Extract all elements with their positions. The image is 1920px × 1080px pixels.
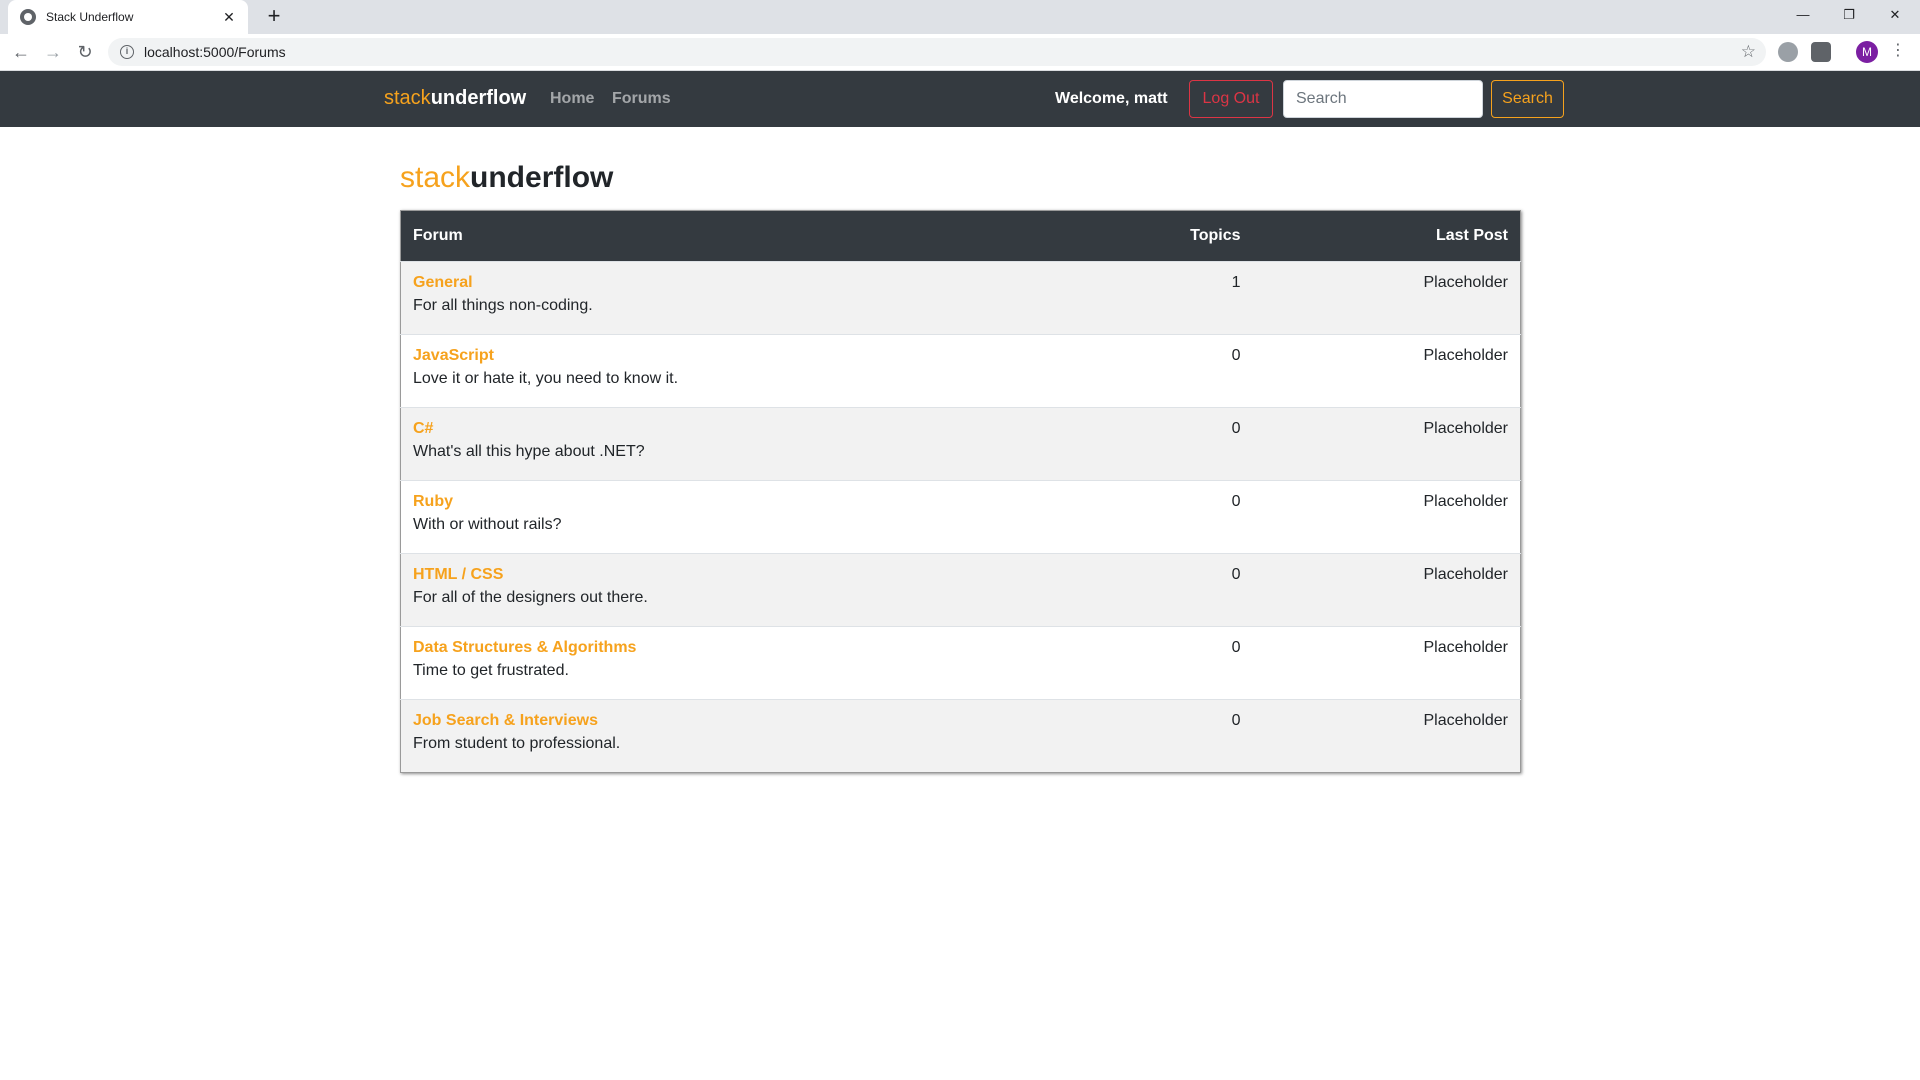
- address-url[interactable]: localhost:5000/Forums: [144, 44, 286, 60]
- table-row: Job Search & Interviews From student to p…: [400, 699, 1521, 773]
- last-post: Placeholder: [1252, 699, 1521, 773]
- last-post: Placeholder: [1252, 480, 1521, 554]
- forum-link[interactable]: Ruby: [413, 493, 1091, 511]
- welcome-text: Welcome, matt: [1055, 90, 1168, 107]
- last-post: Placeholder: [1252, 261, 1521, 335]
- table-row: HTML / CSS For all of the designers out t…: [400, 553, 1521, 627]
- page-title-accent: stack: [400, 161, 471, 194]
- tab-title: Stack Underflow: [46, 10, 134, 24]
- topics-count: 0: [1102, 626, 1253, 700]
- forum-cell: Job Search & Interviews From student to p…: [400, 699, 1103, 773]
- brand-logo[interactable]: stackunderflow: [384, 87, 526, 110]
- brand-accent: stack: [384, 87, 431, 109]
- reading-list-icon[interactable]: [1811, 42, 1831, 62]
- forum-link[interactable]: General: [413, 274, 1091, 292]
- extension-icon[interactable]: [1778, 42, 1798, 62]
- table-row: General For all things non-coding. 1 Plac…: [400, 261, 1521, 335]
- browser-menu-icon[interactable]: ⋮: [1890, 40, 1906, 60]
- address-bar[interactable]: i localhost:5000/Forums ☆: [108, 38, 1766, 66]
- last-post: Placeholder: [1252, 553, 1521, 627]
- forum-table: Forum Topics Last Post General For all th…: [400, 210, 1521, 773]
- topics-count: 0: [1102, 699, 1253, 773]
- topics-count: 1: [1102, 261, 1253, 335]
- nav-link-home[interactable]: Home: [550, 90, 594, 108]
- tab-close-icon[interactable]: ✕: [220, 9, 238, 26]
- info-icon[interactable]: i: [120, 45, 134, 59]
- table-row: Ruby With or without rails? 0 Placeholder: [400, 480, 1521, 554]
- site-navbar: stackunderflow Home Forums Welcome, matt…: [0, 71, 1920, 127]
- forum-description: From student to professional.: [413, 735, 621, 752]
- forward-arrow-icon[interactable]: →: [40, 39, 66, 65]
- bookmark-star-icon[interactable]: ☆: [1741, 42, 1756, 62]
- close-window-button[interactable]: ✕: [1872, 0, 1918, 30]
- table-row: C# What's all this hype about .NET? 0 Pla…: [400, 407, 1521, 481]
- forum-description: Time to get frustrated.: [413, 662, 569, 679]
- forum-link[interactable]: Data Structures & Algorithms: [413, 639, 1091, 657]
- search-input[interactable]: [1283, 80, 1483, 118]
- table-row: Data Structures & Algorithms Time to get …: [400, 626, 1521, 700]
- topics-count: 0: [1102, 407, 1253, 481]
- browser-tab[interactable]: Stack Underflow ✕: [8, 0, 248, 34]
- last-post: Placeholder: [1252, 626, 1521, 700]
- last-post: Placeholder: [1252, 407, 1521, 481]
- new-tab-button[interactable]: +: [262, 5, 286, 29]
- topics-count: 0: [1102, 334, 1253, 408]
- logout-button[interactable]: Log Out: [1189, 80, 1273, 118]
- profile-avatar[interactable]: M: [1856, 41, 1878, 63]
- forum-description: With or without rails?: [413, 516, 562, 533]
- forum-description: What's all this hype about .NET?: [413, 443, 645, 460]
- forum-description: For all things non-coding.: [413, 297, 593, 314]
- forum-cell: Ruby With or without rails?: [400, 480, 1103, 554]
- forum-link[interactable]: Job Search & Interviews: [413, 712, 1091, 730]
- forum-description: Love it or hate it, you need to know it.: [413, 370, 679, 387]
- forum-cell: C# What's all this hype about .NET?: [400, 407, 1103, 481]
- header-forum: Forum: [400, 210, 1103, 262]
- back-arrow-icon[interactable]: ←: [8, 39, 34, 65]
- brand-main: underflow: [430, 87, 527, 109]
- header-last-post: Last Post: [1252, 210, 1521, 262]
- page-title: stackunderflow: [400, 161, 613, 195]
- last-post: Placeholder: [1252, 334, 1521, 408]
- nav-link-forums[interactable]: Forums: [612, 90, 671, 108]
- topics-count: 0: [1102, 480, 1253, 554]
- forum-link[interactable]: HTML / CSS: [413, 566, 1091, 584]
- reload-icon[interactable]: ↻: [72, 39, 98, 65]
- browser-tabstrip: Stack Underflow ✕ + — ❐ ✕: [0, 0, 1920, 34]
- forum-cell: General For all things non-coding.: [400, 261, 1103, 335]
- browser-toolbar: ← → ↻ i localhost:5000/Forums ☆ M ⋮: [0, 34, 1920, 71]
- forum-description: For all of the designers out there.: [413, 589, 648, 606]
- minimize-button[interactable]: —: [1780, 0, 1826, 30]
- forum-link[interactable]: JavaScript: [413, 347, 1091, 365]
- header-topics: Topics: [1102, 210, 1253, 262]
- page-title-main: underflow: [470, 161, 614, 194]
- forum-cell: HTML / CSS For all of the designers out t…: [400, 553, 1103, 627]
- forum-cell: JavaScript Love it or hate it, you need t…: [400, 334, 1103, 408]
- forum-cell: Data Structures & Algorithms Time to get …: [400, 626, 1103, 700]
- search-button[interactable]: Search: [1491, 80, 1564, 118]
- table-row: JavaScript Love it or hate it, you need t…: [400, 334, 1521, 408]
- globe-icon: [20, 9, 36, 25]
- restore-button[interactable]: ❐: [1826, 0, 1872, 30]
- table-header-row: Forum Topics Last Post: [400, 210, 1521, 262]
- forum-link[interactable]: C#: [413, 420, 1091, 438]
- topics-count: 0: [1102, 553, 1253, 627]
